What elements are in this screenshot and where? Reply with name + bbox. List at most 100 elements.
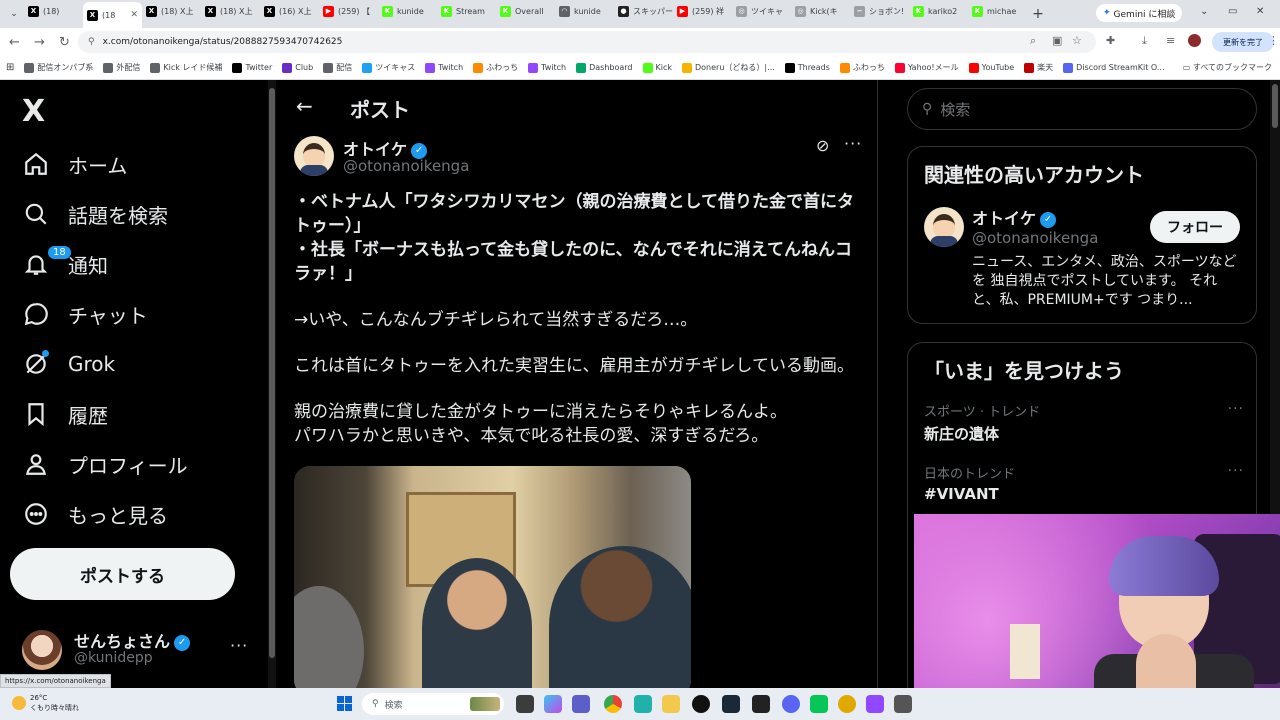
star-icon[interactable]: ☆	[1072, 34, 1082, 47]
back-icon[interactable]: ←	[2, 35, 27, 50]
task-view-icon[interactable]	[516, 695, 534, 713]
app-icon[interactable]	[752, 695, 770, 713]
tray-app-icon[interactable]	[894, 695, 912, 713]
browser-tab[interactable]: X (18)	[24, 0, 83, 22]
explorer-icon[interactable]	[662, 695, 680, 713]
line-icon[interactable]	[810, 695, 828, 713]
back-arrow-icon[interactable]: ←	[296, 94, 313, 118]
url-field[interactable]: ⚲ x.com/otonanoikenga/status/20888275934…	[78, 31, 1096, 53]
bookmark-item[interactable]: 楽天	[1024, 62, 1053, 73]
extensions-icon[interactable]: ✚	[1106, 34, 1115, 47]
all-bookmarks[interactable]: ▭ すべてのブックマーク	[1183, 62, 1272, 73]
nav-more[interactable]: もっと見る	[22, 494, 168, 534]
bookmark-item[interactable]: Kick レイド候補	[150, 62, 222, 73]
browser-tab[interactable]: ● スキッパー	[614, 0, 673, 22]
search-input[interactable]: ⚲ 検索	[907, 88, 1257, 130]
bookmark-item[interactable]: 外配信	[103, 62, 140, 73]
close-window-icon[interactable]: ✕	[1256, 6, 1264, 17]
taskbar-search[interactable]: ⚲ 検索	[362, 693, 504, 715]
follow-button[interactable]: フォロー	[1150, 211, 1240, 243]
forward-icon[interactable]: →	[27, 35, 52, 50]
chrome-icon[interactable]	[604, 695, 622, 713]
update-button[interactable]: 更新を完了	[1212, 32, 1274, 52]
related-avatar[interactable]	[924, 207, 964, 247]
page-scrollbar-thumb[interactable]	[1272, 84, 1278, 128]
account-switcher[interactable]: せんちょさん ✓ @kunidepp ···	[22, 628, 252, 672]
download-icon[interactable]: ⤓	[1142, 34, 1147, 48]
bookmark-item[interactable]: Threads	[784, 62, 830, 73]
twitch-icon[interactable]	[866, 695, 884, 713]
site-info-icon[interactable]: ⚲	[88, 37, 95, 47]
browser-tab[interactable]: ▶ (259) 【	[319, 0, 378, 22]
account-more-icon[interactable]: ···	[230, 636, 248, 655]
media-icon[interactable]: ≡	[1166, 34, 1175, 47]
nav-profile[interactable]: プロフィール	[22, 444, 188, 484]
weather-widget[interactable]: 26°C くもり時々晴れ	[12, 693, 79, 713]
post-author-avatar[interactable]	[294, 136, 334, 176]
nav-home[interactable]: ホーム	[22, 144, 127, 184]
bookmark-item[interactable]: Club	[282, 62, 313, 73]
browser-tab[interactable]: X (16) X上	[260, 0, 319, 22]
browser-tab[interactable]: ◎ Kick(キ	[791, 0, 850, 22]
zoom-icon[interactable]: ⌕	[1030, 34, 1036, 48]
bookmark-item[interactable]: 配信オンパブ系	[24, 62, 93, 73]
trend-item[interactable]: スポーツ · トレンド 新庄の遺体 ···	[924, 401, 1244, 444]
browser-tab[interactable]: Kkunide	[378, 0, 437, 22]
bookmark-item[interactable]: ふわっち	[473, 62, 518, 73]
teams-icon[interactable]	[572, 695, 590, 713]
edge-icon[interactable]	[634, 695, 652, 713]
browser-tab[interactable]: ∽ ショボン!	[850, 0, 909, 22]
bookmark-item[interactable]: Dashboard	[576, 62, 633, 73]
coin-icon[interactable]	[838, 695, 856, 713]
bookmark-item[interactable]: YouTube	[968, 62, 1014, 73]
profile-avatar[interactable]	[1188, 34, 1201, 47]
browser-tab[interactable]: ◠ kunide	[555, 0, 614, 22]
browser-tab[interactable]: K Stream	[437, 0, 496, 22]
steam-icon[interactable]	[722, 695, 740, 713]
bookmark-item[interactable]: Yahoo!メール	[894, 62, 959, 73]
bookmark-item[interactable]: 配信	[323, 62, 352, 73]
menu-icon[interactable]: ⋮	[1268, 34, 1279, 47]
left-scrollbar-thumb[interactable]	[269, 88, 275, 658]
gemini-button[interactable]: ✦ Gemini に相談	[1096, 4, 1183, 22]
browser-tab[interactable]: X (18 ✕	[83, 2, 142, 28]
post-button[interactable]: ポストする	[10, 548, 235, 600]
tab-close-icon[interactable]: ✕	[130, 10, 138, 20]
bookmark-item[interactable]: Kick	[642, 62, 672, 73]
bookmark-item[interactable]: ツイキャス	[362, 62, 415, 73]
bookmark-item[interactable]: Twitch	[528, 62, 566, 73]
nav-grok[interactable]: Grok	[22, 344, 115, 384]
x-logo[interactable]: X	[22, 94, 45, 129]
restore-icon[interactable]: ▭	[1228, 6, 1237, 17]
browser-tab[interactable]: ▶ (259) 祥	[673, 0, 732, 22]
grok-explain-icon[interactable]: ⊘	[816, 136, 829, 155]
trend-item[interactable]: 日本のトレンド #VIVANT ···	[924, 463, 1244, 503]
apps-icon[interactable]: ⊞	[6, 62, 14, 73]
nav-chat[interactable]: チャット	[22, 294, 148, 334]
trend-more-icon[interactable]: ···	[1228, 401, 1244, 417]
bookmark-item[interactable]: Twitter	[232, 62, 272, 73]
nav-bookmarks[interactable]: 履歴	[22, 394, 108, 434]
post-author-handle[interactable]: @otonanoikenga	[343, 157, 469, 175]
nav-explore[interactable]: 話題を検索	[22, 194, 168, 234]
trend-more-icon[interactable]: ···	[1228, 463, 1244, 479]
reload-icon[interactable]: ↻	[52, 35, 77, 50]
start-icon[interactable]	[337, 696, 353, 712]
minimize-icon[interactable]: ⌄	[1200, 6, 1208, 17]
new-tab-button[interactable]: +	[1027, 6, 1049, 22]
nav-notifications[interactable]: 18 通知	[22, 244, 108, 284]
tab-search-button[interactable]: ⌄	[4, 9, 24, 19]
left-scrollbar[interactable]	[268, 80, 276, 688]
browser-tab[interactable]: K Overall	[496, 0, 555, 22]
bookmark-item[interactable]: Discord StreamKit O...	[1063, 62, 1164, 73]
related-name[interactable]: オトイケ ✓	[972, 205, 1057, 229]
bookmark-item[interactable]: ふわっち	[839, 62, 885, 73]
browser-tab[interactable]: Kkariko2	[909, 0, 968, 22]
cast-icon[interactable]: ▣	[1052, 34, 1062, 47]
related-handle[interactable]: @otonanoikenga	[972, 229, 1098, 247]
discord-icon[interactable]	[782, 695, 800, 713]
browser-tab[interactable]: X (18) X上	[201, 0, 260, 22]
copilot-icon[interactable]	[544, 695, 562, 713]
browser-tab[interactable]: X (18) X上	[142, 0, 201, 22]
browser-tab[interactable]: ◎ ツイキャ	[732, 0, 791, 22]
